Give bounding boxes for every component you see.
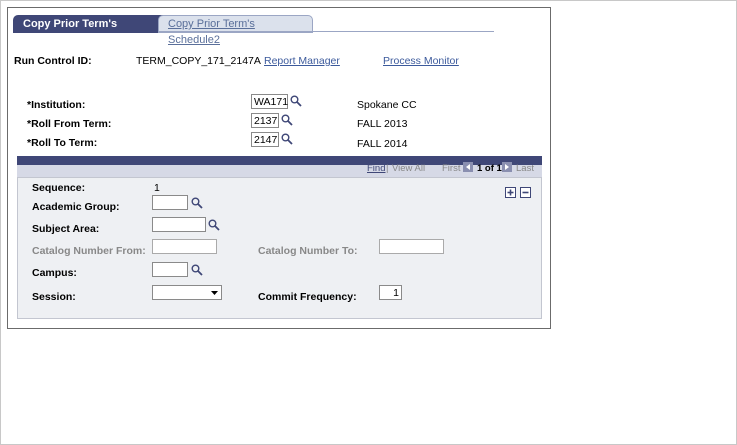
sequence-label: Sequence: xyxy=(32,182,86,194)
previous-row-button[interactable] xyxy=(463,162,473,172)
commit-frequency-label: Commit Frequency: xyxy=(258,291,357,303)
session-label: Session: xyxy=(32,291,76,303)
roll-from-term-description: FALL 2013 xyxy=(357,118,408,130)
institution-lookup-icon[interactable] xyxy=(290,95,302,107)
campus-lookup-icon[interactable] xyxy=(191,264,203,276)
subject-area-lookup-icon[interactable] xyxy=(208,219,220,231)
run-control-id-label: Run Control ID: xyxy=(14,55,92,67)
subject-area-input[interactable] xyxy=(152,217,206,232)
plus-icon xyxy=(507,189,514,196)
roll-to-term-description: FALL 2014 xyxy=(357,138,408,150)
campus-input[interactable] xyxy=(152,262,188,277)
academic-group-label: Academic Group: xyxy=(32,201,120,213)
session-select[interactable] xyxy=(152,285,222,300)
commit-frequency-input[interactable]: 1 xyxy=(379,285,402,300)
view-all-link[interactable]: View All xyxy=(392,163,425,174)
report-manager-link[interactable]: Report Manager xyxy=(264,55,340,67)
subject-area-label: Subject Area: xyxy=(32,223,100,235)
first-label: First xyxy=(442,163,461,174)
institution-input[interactable]: WA171 xyxy=(251,94,288,109)
tab-copy-prior-terms-schedule[interactable]: Copy Prior Term's Schedule xyxy=(13,15,169,46)
roll-from-term-input[interactable]: 2137 xyxy=(251,113,279,128)
roll-to-term-input[interactable]: 2147 xyxy=(251,132,279,147)
tab-divider xyxy=(158,31,494,32)
catalog-number-to-label: Catalog Number To: xyxy=(258,245,358,257)
sequence-value: 1 xyxy=(154,182,160,194)
roll-to-term-label: *Roll To Term: xyxy=(27,137,98,149)
process-monitor-link[interactable]: Process Monitor xyxy=(383,55,459,67)
institution-description: Spokane CC xyxy=(357,99,417,111)
run-control-id-value: TERM_COPY_171_2147A xyxy=(136,55,261,67)
academic-group-input[interactable] xyxy=(152,195,188,210)
chevron-down-icon xyxy=(211,291,218,295)
roll-from-term-label: *Roll From Term: xyxy=(27,118,112,130)
left-arrow-icon xyxy=(466,164,470,170)
roll-from-term-lookup-icon[interactable] xyxy=(281,114,293,126)
institution-label: *Institution: xyxy=(27,99,86,111)
catalog-number-from-input[interactable] xyxy=(152,239,217,254)
find-link[interactable]: Find xyxy=(367,163,385,174)
right-arrow-icon xyxy=(505,164,509,170)
last-label: Last xyxy=(516,163,534,174)
catalog-number-to-input[interactable] xyxy=(379,239,444,254)
campus-label: Campus: xyxy=(32,267,77,279)
roll-to-term-lookup-icon[interactable] xyxy=(281,133,293,145)
add-row-button[interactable] xyxy=(505,187,516,198)
row-range: 1 of 1 xyxy=(477,163,502,174)
delete-row-button[interactable] xyxy=(520,187,531,198)
run-control-panel: Copy Prior Term's Schedule Copy Prior Te… xyxy=(7,7,551,329)
catalog-number-from-label: Catalog Number From: xyxy=(32,245,146,257)
next-row-button[interactable] xyxy=(502,162,512,172)
minus-icon xyxy=(522,191,529,194)
nav-separator: | xyxy=(386,163,389,174)
academic-group-lookup-icon[interactable] xyxy=(191,197,203,209)
